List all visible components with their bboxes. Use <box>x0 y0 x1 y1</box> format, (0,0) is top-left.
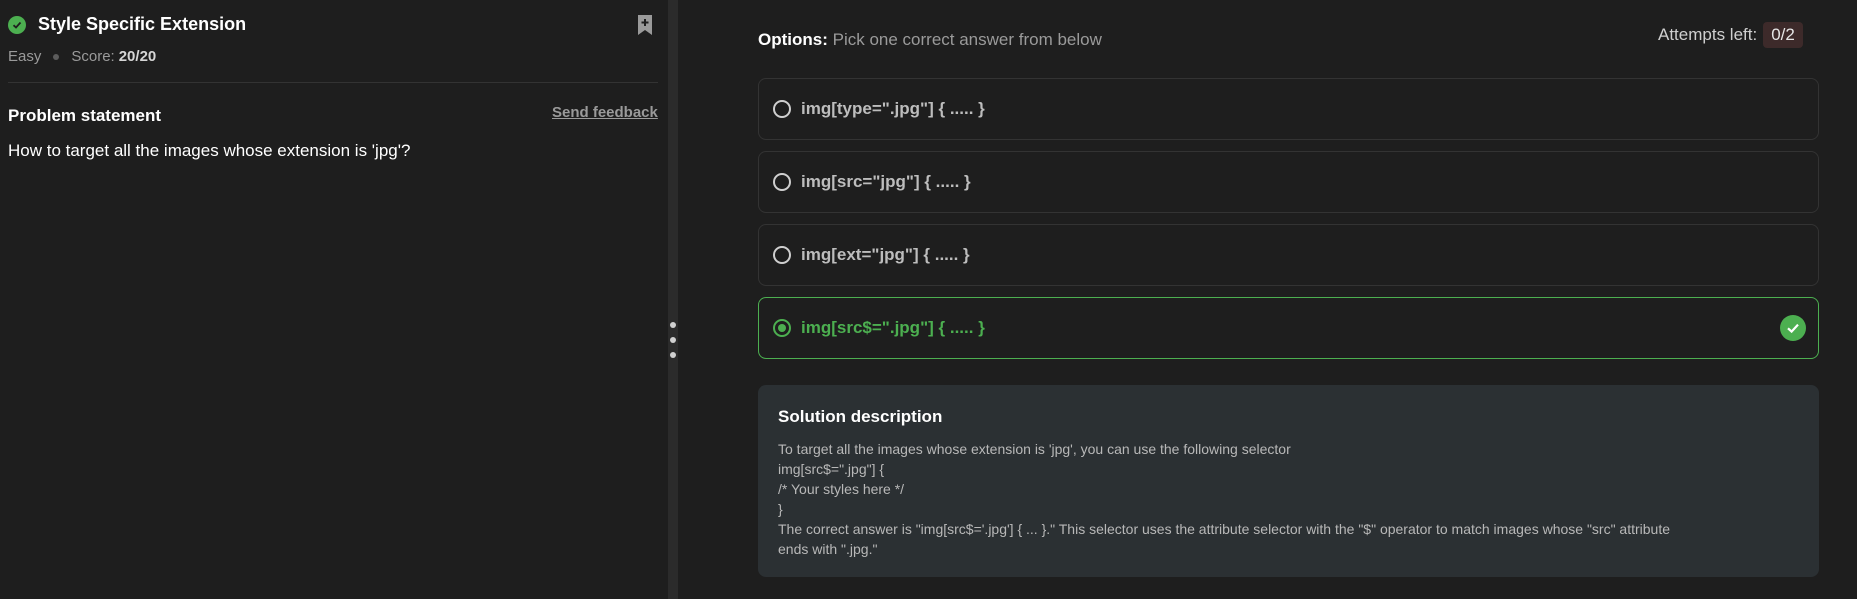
options-label-bold: Options: <box>758 30 828 49</box>
radio-button[interactable] <box>773 173 791 191</box>
solution-line: img[src$=".jpg"] { <box>778 461 885 477</box>
attempts-badge: 0/2 <box>1763 22 1803 48</box>
correct-check-icon <box>1780 315 1806 341</box>
options-label: Options: Pick one correct answer from be… <box>758 30 1102 50</box>
solution-line: /* Your styles here */ <box>778 481 905 497</box>
difficulty-label: Easy <box>8 48 42 65</box>
solution-line: } <box>778 501 783 517</box>
score-label: Score: <box>71 48 115 65</box>
separator-dot <box>53 53 60 60</box>
option-3[interactable]: img[ext="jpg"] { ..... } <box>758 224 1819 286</box>
radio-button[interactable] <box>773 100 791 118</box>
problem-meta: Easy Score: 20/20 <box>8 48 156 65</box>
divider <box>8 82 658 83</box>
option-1[interactable]: img[type=".jpg"] { ..... } <box>758 78 1819 140</box>
send-feedback-link[interactable]: Send feedback <box>552 104 658 121</box>
solution-line: ends with ".jpg." <box>778 541 878 557</box>
option-text: img[type=".jpg"] { ..... } <box>801 99 985 118</box>
app-window: Style Specific Extension Easy Score: 20/… <box>0 0 1857 599</box>
solution-box: Solution description To target all the i… <box>758 385 1819 577</box>
option-4[interactable]: img[src$=".jpg"] { ..... } <box>758 297 1819 359</box>
radio-button-selected[interactable] <box>773 319 791 337</box>
option-text: img[src$=".jpg"] { ..... } <box>801 318 985 337</box>
option-text: img[ext="jpg"] { ..... } <box>801 245 970 264</box>
radio-button[interactable] <box>773 246 791 264</box>
solution-heading: Solution description <box>778 407 943 426</box>
radio-dot <box>778 324 786 332</box>
splitter-handle-dot[interactable] <box>670 322 676 328</box>
option-text: img[src="jpg"] { ..... } <box>801 172 971 191</box>
solved-check-icon <box>8 15 26 34</box>
problem-statement-heading: Problem statement <box>8 106 162 125</box>
problem-panel: Style Specific Extension Easy Score: 20/… <box>0 0 668 599</box>
attempts-label: Attempts left: <box>1658 25 1758 44</box>
solution-line: To target all the images whose extension… <box>778 441 1291 457</box>
problem-question: How to target all the images whose exten… <box>8 141 411 160</box>
attempts-left: Attempts left: 0/2 <box>1658 22 1803 48</box>
splitter-handle-dot[interactable] <box>670 352 676 358</box>
option-2[interactable]: img[src="jpg"] { ..... } <box>758 151 1819 213</box>
splitter-handle-dot[interactable] <box>670 337 676 343</box>
bookmark-icon[interactable] <box>636 14 654 36</box>
panel-splitter[interactable] <box>668 0 678 599</box>
solution-line: The correct answer is "img[src$='.jpg'] … <box>778 521 1671 537</box>
problem-title-row: Style Specific Extension <box>8 14 246 35</box>
problem-title: Style Specific Extension <box>38 14 247 34</box>
options-label-text: Pick one correct answer from below <box>827 30 1102 49</box>
score-value: 20/20 <box>118 48 157 65</box>
